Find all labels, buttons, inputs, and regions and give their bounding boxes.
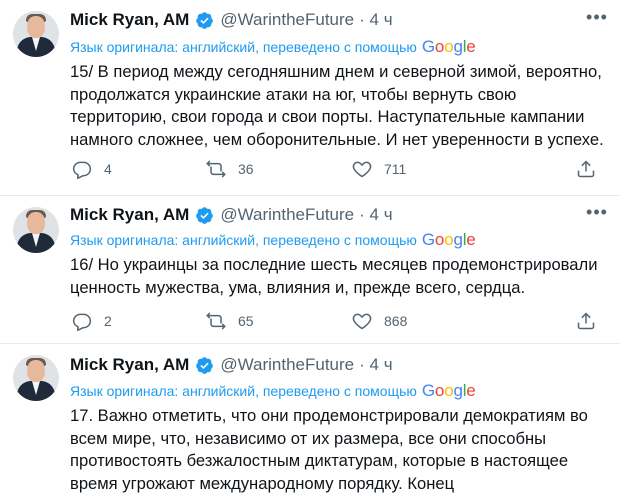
translation-note[interactable]: Язык оригинала: английский, переведено с… (70, 37, 476, 57)
author-handle[interactable]: @WarintheFuture (220, 205, 354, 225)
like-button[interactable]: 711 (352, 158, 406, 180)
verified-badge-icon (196, 206, 214, 224)
avatar[interactable] (13, 11, 59, 57)
tweet-time[interactable]: · 4 ч (359, 205, 392, 225)
share-button[interactable] (576, 310, 608, 332)
google-logo: Google (421, 381, 476, 400)
google-logo: Google (421, 230, 476, 249)
author-name[interactable]: Mick Ryan, AM (70, 205, 189, 225)
like-button[interactable]: 868 (352, 310, 407, 332)
tweet-3[interactable]: Mick Ryan, AM @WarintheFuture · 4 ч Язык… (0, 344, 620, 502)
more-options-icon[interactable]: ••• (584, 203, 610, 225)
translation-note-text: Язык оригинала: английский, переведено с… (70, 39, 417, 55)
tweet-text: 16/ Но украинцы за последние шесть месяц… (70, 255, 598, 297)
reply-count: 4 (104, 161, 112, 177)
tweet-header: Mick Ryan, AM @WarintheFuture · 4 ч (70, 203, 393, 227)
translation-note[interactable]: Язык оригинала: английский, переведено с… (70, 230, 476, 250)
tweet-actions: 4 36 711 (70, 158, 600, 180)
tweet-1[interactable]: Mick Ryan, AM @WarintheFuture · 4 ч ••• … (0, 0, 620, 195)
retweet-button[interactable]: 36 (206, 158, 254, 180)
tweet-text: 17. Важно отметить, что они продемонстри… (70, 406, 588, 493)
avatar[interactable] (13, 355, 59, 401)
like-icon (352, 161, 372, 178)
tweet-header: Mick Ryan, AM @WarintheFuture · 4 ч (70, 353, 393, 377)
author-handle[interactable]: @WarintheFuture (220, 10, 354, 30)
like-icon (352, 313, 372, 330)
retweet-icon (206, 312, 226, 330)
retweet-icon (206, 160, 226, 178)
tweet-time[interactable]: · 4 ч (359, 10, 392, 30)
google-logo: Google (421, 37, 476, 56)
share-icon (577, 160, 595, 178)
author-name[interactable]: Mick Ryan, AM (70, 355, 189, 375)
tweet-2[interactable]: Mick Ryan, AM @WarintheFuture · 4 ч ••• … (0, 196, 620, 336)
translation-note-text: Язык оригинала: английский, переведено с… (70, 232, 417, 248)
verified-badge-icon (196, 11, 214, 29)
like-count: 711 (384, 161, 407, 177)
translation-note[interactable]: Язык оригинала: английский, переведено с… (70, 381, 476, 401)
share-icon (577, 312, 595, 330)
verified-badge-icon (196, 356, 214, 374)
tweet-text: 15/ В период между сегодняшним днем и се… (70, 62, 604, 149)
retweet-button[interactable]: 65 (206, 310, 254, 332)
translation-note-text: Язык оригинала: английский, переведено с… (70, 383, 417, 399)
author-handle[interactable]: @WarintheFuture (220, 355, 354, 375)
avatar[interactable] (13, 207, 59, 253)
more-options-icon[interactable]: ••• (584, 8, 610, 30)
tweet-header: Mick Ryan, AM @WarintheFuture · 4 ч (70, 8, 393, 32)
tweet-actions: 2 65 868 (70, 310, 600, 332)
reply-icon (72, 313, 92, 331)
reply-button[interactable]: 2 (72, 310, 112, 332)
reply-button[interactable]: 4 (72, 158, 112, 180)
reply-count: 2 (104, 313, 112, 329)
tweet-time[interactable]: · 4 ч (359, 355, 392, 375)
author-name[interactable]: Mick Ryan, AM (70, 10, 189, 30)
share-button[interactable] (576, 158, 608, 180)
reply-icon (72, 161, 92, 179)
retweet-count: 65 (238, 313, 254, 329)
like-count: 868 (384, 313, 408, 329)
retweet-count: 36 (238, 161, 254, 177)
